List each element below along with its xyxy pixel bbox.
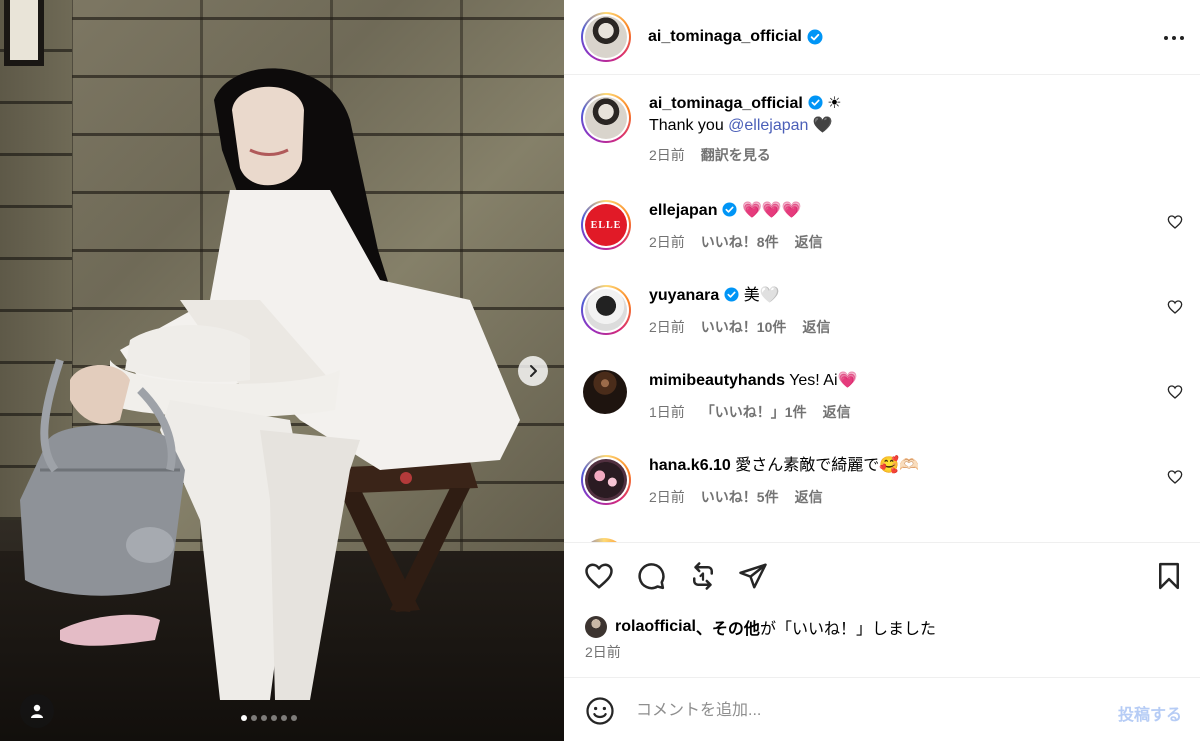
liker-username[interactable]: rolaofficial [615,618,696,636]
carousel-dot [281,715,287,721]
translate-link[interactable]: 翻訳を見る [701,145,771,165]
emoji-icon[interactable] [585,696,615,726]
comment-username[interactable]: ellejapan [649,202,717,219]
more-options-icon [1164,36,1168,40]
comment-time[interactable]: 1日前 [649,402,685,422]
comment-reply-button[interactable]: 返信 [795,487,823,507]
comment-avatar[interactable]: ELLE [581,200,631,250]
comment-likes[interactable]: いいね！10件 [701,317,787,337]
user-tag-icon [31,704,43,718]
post-time[interactable]: 2日前 [585,642,621,662]
carousel-next-button[interactable] [518,356,548,386]
verified-badge-icon [724,287,739,302]
likes-summary: rolaofficial、その他が「いいね！」しました [585,615,936,639]
chevron-right-icon [530,365,537,377]
caption-avatar[interactable] [581,93,631,143]
comment-icon[interactable] [636,561,666,591]
likes-others-link[interactable]: その他 [712,615,760,639]
comment-text: Yes! Ai💗 [789,372,858,389]
verified-badge-icon [808,95,823,110]
comment-avatar[interactable] [581,455,631,505]
post-media[interactable] [0,0,564,741]
comment-avatar[interactable] [581,285,631,335]
send-icon[interactable] [738,561,768,591]
comments-list[interactable]: ai_tominaga_official ☀ Thank you @elleja… [564,76,1200,542]
comment-time[interactable]: 2日前 [649,232,685,252]
post-header: ai_tominaga_official [564,0,1200,75]
repost-icon[interactable] [688,561,718,591]
comment-composer: 投稿する [564,677,1200,741]
comment-text: 💗💗💗 [741,202,802,219]
carousel-dot [261,715,267,721]
carousel-indicator [241,715,297,721]
verified-badge-icon [722,202,738,217]
bookmark-icon[interactable] [1154,561,1184,591]
liker-avatar[interactable] [585,616,607,638]
more-options-button[interactable] [1162,26,1186,50]
heart-icon[interactable] [584,561,614,591]
comment-username[interactable]: hana.k6.10 [649,457,731,474]
comment-likes[interactable]: いいね！5件 [701,487,779,507]
caption-text: Thank you [649,117,729,134]
post-actions: rolaofficial、その他が「いいね！」しました 2日前 [564,542,1200,676]
post-comment-button[interactable]: 投稿する [1118,701,1182,725]
comment-likes[interactable]: いいね！8件 [701,232,779,252]
caption-mention-link[interactable]: @ellejapan [728,117,808,134]
comment-reply-button[interactable]: 返信 [823,402,851,422]
photo-subject [20,68,520,700]
comment-likes[interactable]: 「いいね！」1件 [701,402,807,422]
verified-badge-icon [807,29,823,45]
caption-emoji: ☀ [827,95,842,112]
caption-time[interactable]: 2日前 [649,145,685,165]
carousel-dot [241,715,247,721]
likes-separator: 、 [695,621,712,638]
comment-time[interactable]: 2日前 [649,487,685,507]
comment-like-icon[interactable] [1167,214,1183,230]
comment-reply-button[interactable]: 返信 [802,317,830,337]
comment-username[interactable]: mimibeautyhands [649,372,785,389]
post-side-panel: ai_tominaga_official ai_tominaga_officia… [564,0,1200,741]
comment-like-icon[interactable] [1167,469,1183,485]
carousel-dot [251,715,257,721]
carousel-dot [271,715,277,721]
likes-suffix-2: 「いいね！」しました [775,621,936,638]
user-tag-button[interactable] [20,694,54,728]
comment-input[interactable] [636,698,1076,724]
comment-text: 美🤍 [743,287,780,304]
comment-time[interactable]: 2日前 [649,317,685,337]
comment-text: 愛さん素敵で綺麗で🥰🫶🏻 [735,457,920,474]
author-avatar[interactable] [581,12,631,62]
caption-username[interactable]: ai_tominaga_official [649,95,803,112]
comment-reply-button[interactable]: 返信 [795,232,823,252]
comment-like-icon[interactable] [1167,299,1183,315]
author-username[interactable]: ai_tominaga_official [648,28,802,46]
comment-like-icon[interactable] [1167,384,1183,400]
comment-username[interactable]: yuyanara [649,287,719,304]
comment-avatar[interactable] [583,370,627,414]
caption-text-suffix: 🖤 [808,117,833,134]
likes-suffix: が [759,621,776,638]
carousel-dot [291,715,297,721]
